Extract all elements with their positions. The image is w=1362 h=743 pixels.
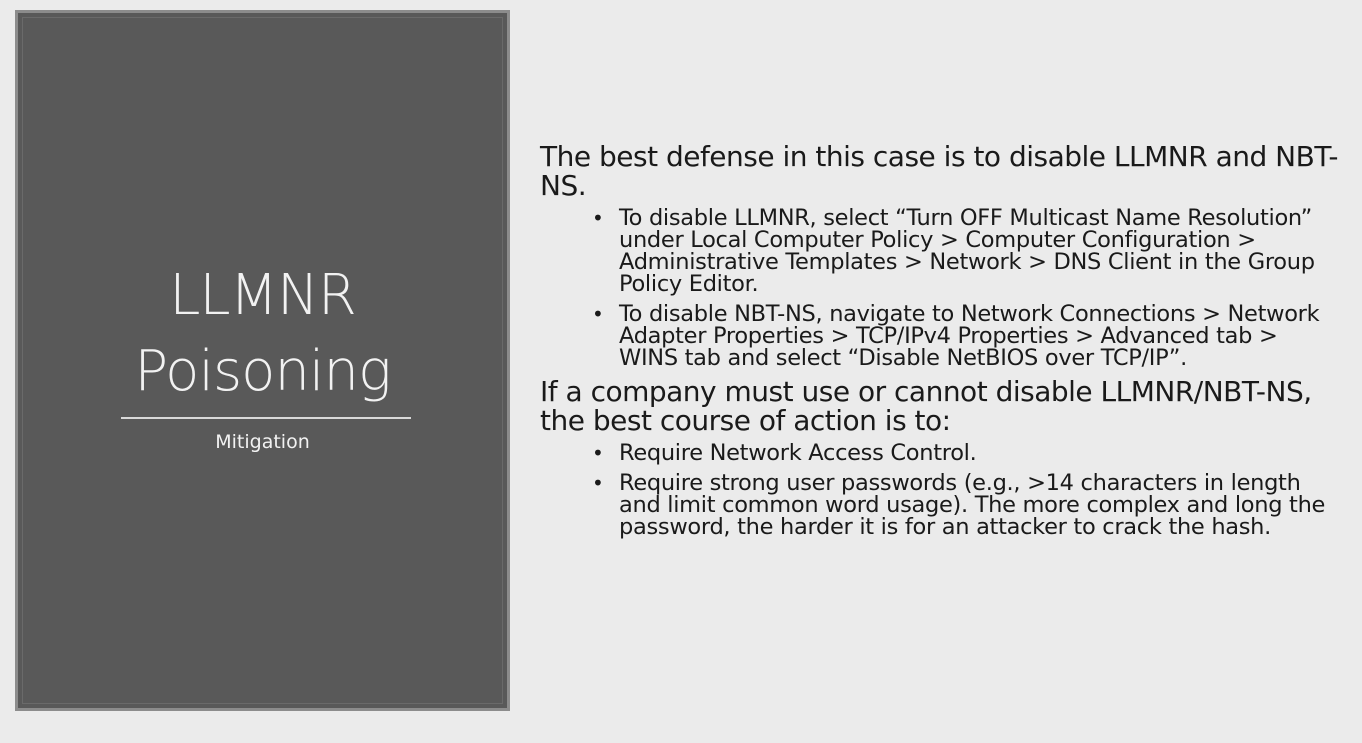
slide-title-line-1: LLMNR [169, 263, 357, 328]
list-item: • To disable NBT-NS, navigate to Network… [540, 301, 1340, 371]
list-item: • To disable LLMNR, select “Turn OFF Mul… [540, 205, 1340, 297]
list-item-text: To disable NBT-NS, navigate to Network C… [619, 301, 1320, 371]
list-item-text: To disable LLMNR, select “Turn OFF Multi… [619, 205, 1315, 297]
point-alternative-actions: If a company must use or cannot disable … [540, 375, 1312, 437]
list-item: • Require Network Access Control. [540, 440, 1340, 466]
slide-title: LLMNR Poisoning [18, 258, 507, 410]
point-disable-protocols: The best defense in this case is to disa… [540, 140, 1338, 202]
bullet-icon: • [592, 471, 604, 495]
title-panel: LLMNR Poisoning Mitigation [15, 10, 510, 711]
list-item: • Require strong user passwords (e.g., >… [540, 470, 1340, 540]
list-item-text: Require strong user passwords (e.g., >14… [619, 470, 1326, 540]
bullet-icon: • [592, 206, 604, 230]
bullet-icon: • [592, 441, 604, 465]
slide-content: The best defense in this case is to disa… [540, 142, 1340, 546]
bullet-icon: • [592, 302, 604, 326]
disable-steps-list: • To disable LLMNR, select “Turn OFF Mul… [540, 205, 1340, 371]
slide-title-line-2: Poisoning [134, 339, 391, 404]
slide-subtitle: Mitigation [215, 431, 310, 453]
list-item-text: Require Network Access Control. [619, 440, 977, 466]
alternative-actions-list: • Require Network Access Control. • Requ… [540, 440, 1340, 540]
title-divider [121, 417, 411, 419]
